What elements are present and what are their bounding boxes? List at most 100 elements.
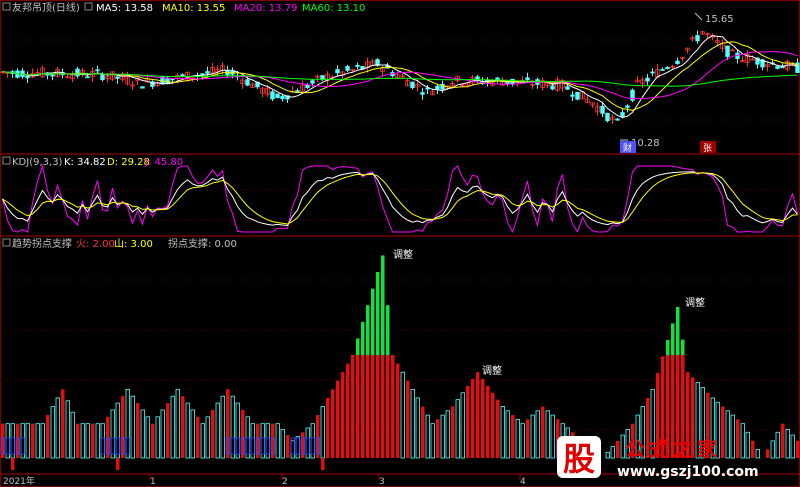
candle-body (85, 76, 90, 79)
trend-bar-cyan (400, 371, 405, 459)
trend-bar-cyan (290, 440, 295, 459)
trend-bar-cyan (20, 423, 25, 459)
trend-bar-green (666, 339, 670, 355)
kdj-lines (2, 164, 798, 234)
trend-bar-red (61, 389, 65, 458)
kdj-j-label: J: 45.80 (144, 157, 183, 168)
trend-bar-red (541, 406, 545, 458)
trend-bar-red (796, 440, 800, 458)
trend-bar-red (366, 355, 370, 458)
kdj-d-label: D: 29.28 (107, 157, 150, 168)
watermark-text: 公式之家 (625, 437, 721, 461)
candle-body (270, 91, 275, 100)
trend-bar-cyan (130, 395, 135, 459)
collapse-icon[interactable] (2, 2, 11, 11)
support-bar (260, 437, 265, 455)
marker-bar (11, 458, 15, 470)
trend-bar-red (491, 392, 495, 458)
candle-body (660, 69, 665, 71)
candle-body (115, 76, 120, 79)
trend-bar-green (676, 306, 680, 355)
candle-body (420, 92, 425, 95)
trend-bar-cyan (455, 399, 460, 459)
trend-bar-cyan (550, 414, 555, 459)
support-bar (235, 437, 240, 455)
trend-bar-red (76, 423, 80, 458)
watermark-glyph: 股 (563, 440, 595, 478)
trend-bar-cyan (160, 409, 165, 459)
trend-bar-green (681, 339, 685, 355)
trend-bar-red (151, 423, 155, 458)
trend-bar-cyan (310, 423, 315, 459)
trend-bar-red (451, 406, 455, 458)
trend-bar-cyan (5, 423, 10, 459)
support-bar (295, 437, 300, 455)
trend-bar-cyan (440, 414, 445, 459)
trend-bar-green (366, 305, 370, 355)
trend-bar-green (356, 338, 360, 355)
x-tick-label: 2021年 (3, 475, 35, 487)
candle-body (100, 73, 105, 81)
candle-body (695, 35, 700, 42)
collapse-icon[interactable] (2, 238, 11, 247)
trend-bar-red (436, 419, 440, 458)
kdj-line (2, 172, 798, 225)
trend-bar-cyan (430, 423, 435, 459)
trend-bar-cyan (530, 414, 535, 459)
watermark-logo: 股 公式之家 www.gszj100.com (557, 436, 759, 480)
trend-support-label: 拐点支撑: 0.00 (168, 237, 237, 250)
trend-bar-red (271, 423, 275, 458)
trend-bar-red (351, 355, 355, 458)
collapse-icon[interactable] (2, 156, 11, 165)
trend-bar-cyan (320, 406, 325, 459)
support-bar (125, 437, 130, 455)
trend-bar-cyan (170, 395, 175, 459)
trend-bar-red (226, 389, 230, 458)
candle-body (775, 66, 780, 69)
x-axis-ticks (0, 474, 521, 480)
candle-body (205, 71, 210, 74)
trend-bar-red (46, 415, 50, 458)
trend-bar-green (671, 323, 675, 355)
trend-bar-red (346, 363, 350, 458)
badge-left-text: 财 (623, 142, 632, 154)
kdj-k-label: K: 34.82 (64, 157, 106, 168)
trend-bar-red (166, 403, 170, 458)
support-bar (305, 437, 310, 455)
trend-bar-red (241, 409, 245, 458)
candle-body (495, 77, 500, 80)
trend-bar-cyan (305, 427, 310, 459)
main-title: 友邦吊顶(日线) (12, 1, 80, 14)
candlesticks (0, 30, 800, 124)
watermark-url: www.gszj100.com (617, 464, 759, 480)
adjust-label-3: 调整 (685, 296, 705, 309)
trend-legend: 趋势拐点支撑 火: 2.00 山: 3.00 拐点支撑: 0.00 (2, 237, 237, 250)
trend-bar-red (196, 416, 200, 458)
kdj-title: KDJ(9,3,3) (12, 157, 63, 168)
trend-bar-red (316, 415, 320, 458)
candle-body (605, 112, 610, 122)
trend-bar-cyan (275, 423, 280, 459)
trend-bar-cyan (145, 416, 150, 459)
trend-bar-red (406, 380, 410, 458)
trend-bar-red (376, 355, 380, 458)
adjust-label-1: 调整 (393, 248, 413, 261)
trend-bar-cyan (25, 423, 30, 459)
candle-body (275, 93, 280, 98)
support-bar (110, 437, 115, 455)
trend-bar-cyan (200, 423, 205, 459)
support-bar (230, 437, 235, 455)
kdj-legend: KDJ(9,3,3) K: 34.82 D: 29.28 J: 45.80 (2, 156, 183, 168)
trend-bar-cyan (65, 400, 70, 459)
x-tick-label: 2 (282, 477, 288, 487)
trend-bar-red (391, 355, 395, 458)
trend-bar-red (336, 380, 340, 458)
trend-bar-cyan (85, 423, 90, 459)
candle-body (665, 67, 670, 69)
trend-bar-cyan (500, 406, 505, 459)
trend-bar-red (381, 355, 385, 458)
candle-body (550, 85, 555, 90)
collapse-icon[interactable] (84, 2, 93, 11)
trend-bar-cyan (260, 423, 265, 459)
trend-bar-cyan (235, 402, 240, 459)
